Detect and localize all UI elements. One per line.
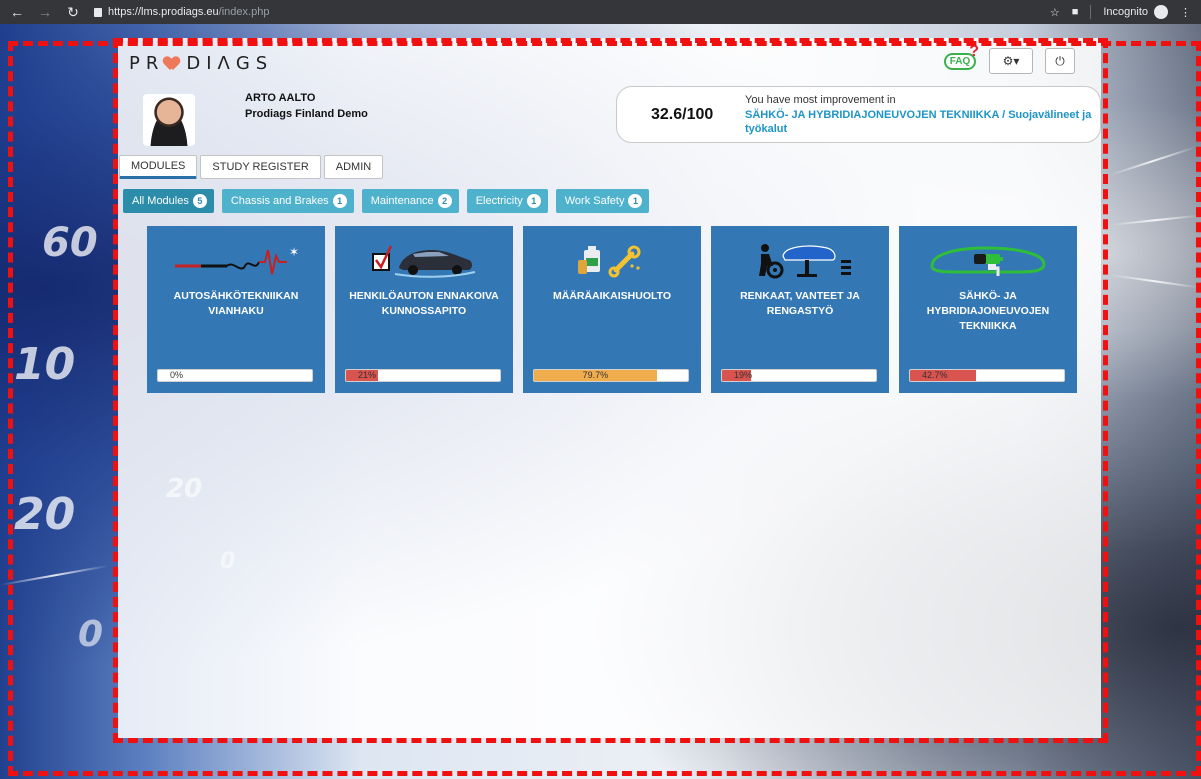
filter-work-safety[interactable]: Work Safety 1 [555, 189, 650, 213]
logo-text-start: PR [129, 53, 165, 74]
main-tabs: MODULES STUDY REGISTER ADMIN [119, 155, 384, 179]
filter-label: Work Safety [564, 195, 625, 207]
tab-modules[interactable]: MODULES [119, 155, 198, 179]
gauge-number: 0 [78, 614, 104, 655]
browser-toolbar: ← → ↻ https://lms.prodiags.eu/index.php … [0, 0, 1201, 24]
filter-label: Maintenance [370, 195, 434, 207]
score-value: 32.6/100 [651, 106, 714, 123]
filter-electricity[interactable]: Electricity 1 [466, 189, 548, 213]
improvement-link[interactable]: SÄHKÖ- JA HYBRIDIAJONEUVOJEN TEKNIIKKA /… [745, 108, 1095, 136]
progress-text: 19% [734, 370, 753, 380]
module-grid: ✶ AUTOSÄHKÖTEKNIIKAN VIANHAKU 0% HENKILÖ… [147, 226, 1077, 393]
power-icon: ⏻ [1055, 53, 1065, 68]
tab-study-register[interactable]: STUDY REGISTER [200, 155, 321, 179]
score-card: 32.6/100 You have most improvement in SÄ… [616, 86, 1101, 143]
filter-maintenance[interactable]: Maintenance 2 [361, 189, 459, 213]
count-badge: 5 [192, 194, 207, 208]
lock-icon [94, 7, 102, 17]
avatar [143, 94, 195, 146]
gauge-number: 60 [42, 220, 98, 266]
address-bar[interactable]: https://lms.prodiags.eu/index.php [94, 6, 269, 18]
module-card[interactable]: ✶ AUTOSÄHKÖTEKNIIKAN VIANHAKU 0% [147, 226, 325, 393]
improvement-hint: You have most improvement in [745, 94, 896, 106]
count-badge: 1 [526, 194, 541, 208]
electric-car-icon [899, 240, 1077, 280]
module-card[interactable]: HENKILÖAUTON ENNAKOIVA KUNNOSSAPITO 21% [335, 226, 513, 393]
reload-icon[interactable]: ↻ [66, 4, 80, 21]
incognito-label: Incognito [1103, 6, 1148, 18]
module-card[interactable]: SÄHKÖ- JA HYBRIDIAJONEUVOJEN TEKNIIKKA 4… [899, 226, 1077, 393]
progress-text: 0% [170, 370, 184, 380]
back-arrow-icon[interactable]: ← [10, 4, 24, 21]
heart-icon [164, 57, 180, 71]
progress-bar: 21% [345, 369, 501, 382]
url-host: https://lms.prodiags.eu [108, 6, 219, 18]
light-streak [0, 564, 109, 586]
incognito-indicator[interactable]: Incognito [1103, 5, 1168, 19]
browser-right-controls: ☆ ■ Incognito ⋮ [1050, 5, 1201, 19]
question-mark-icon: ? [969, 43, 979, 60]
module-card[interactable]: RENKAAT, VANTEET JA RENGASTYÖ 19% [711, 226, 889, 393]
module-title: HENKILÖAUTON ENNAKOIVA KUNNOSSAPITO [349, 290, 499, 317]
progress-bar: 79.7% [533, 369, 689, 382]
multimeter-probe-icon: ✶ [147, 240, 325, 280]
filter-label: All Modules [132, 195, 189, 207]
filter-chassis-and-brakes[interactable]: Chassis and Brakes 1 [221, 189, 354, 213]
bookmark-star-icon[interactable]: ☆ [1050, 6, 1060, 19]
svg-text:✶: ✶ [289, 245, 299, 259]
progress-bar: 0% [157, 369, 313, 382]
top-actions: FAQ ? ⚙▾ ⏻ [943, 43, 1075, 74]
car-checkbox-icon [335, 240, 513, 280]
user-organization: Prodiags Finland Demo [245, 108, 368, 120]
light-streak [1109, 214, 1200, 226]
settings-button[interactable]: ⚙▾ [989, 48, 1033, 74]
gear-icon: ⚙▾ [1002, 54, 1020, 68]
light-streak [1109, 146, 1196, 176]
prodiags-logo[interactable]: PR DIΛGS [129, 53, 273, 74]
module-title: AUTOSÄHKÖTEKNIIKAN VIANHAKU [173, 290, 299, 317]
filter-all-modules[interactable]: All Modules 5 [123, 189, 214, 213]
progress-bar: 19% [721, 369, 877, 382]
browser-nav: ← → ↻ [0, 4, 80, 21]
gauge-number: 20 [14, 489, 76, 540]
main-panel: PR DIΛGS FAQ ? ⚙▾ ⏻ ARTO AALTO Prodiags … [118, 38, 1101, 738]
module-card[interactable]: MÄÄRÄAIKAISHUOLTO 79.7% [523, 226, 701, 393]
tire-lift-icon [711, 240, 889, 280]
progress-text: 21% [358, 370, 377, 380]
tab-admin[interactable]: ADMIN [323, 155, 384, 179]
progress-text: 42.7% [922, 370, 948, 380]
toolbar-separator [1090, 5, 1092, 19]
gauge-number: 10 [14, 339, 76, 390]
count-badge: 1 [628, 194, 643, 208]
oil-wrench-icon [523, 240, 701, 280]
module-title: RENKAAT, VANTEET JA RENGASTYÖ [740, 290, 860, 317]
faq-button[interactable]: FAQ ? [943, 43, 979, 73]
count-badge: 2 [437, 194, 452, 208]
url-path: /index.php [218, 6, 270, 18]
module-title: SÄHKÖ- JA HYBRIDIAJONEUVOJEN TEKNIIKKA [926, 290, 1050, 332]
incognito-icon [1154, 5, 1168, 19]
logo-text-end: DIΛGS [186, 53, 274, 74]
user-name: ARTO AALTO [245, 92, 316, 104]
progress-text: 79.7% [582, 370, 609, 380]
light-streak [1109, 274, 1200, 289]
module-title: MÄÄRÄAIKAISHUOLTO [552, 290, 672, 302]
progress-bar: 42.7% [909, 369, 1065, 382]
filter-label: Chassis and Brakes [230, 195, 329, 207]
count-badge: 1 [332, 194, 347, 208]
module-filters: All Modules 5 Chassis and Brakes 1 Maint… [123, 189, 650, 213]
menu-dots-icon[interactable]: ⋮ [1180, 6, 1191, 19]
camera-icon[interactable]: ■ [1072, 6, 1079, 18]
logout-button[interactable]: ⏻ [1045, 48, 1075, 74]
forward-arrow-icon[interactable]: → [38, 4, 52, 21]
filter-label: Electricity [475, 195, 523, 207]
